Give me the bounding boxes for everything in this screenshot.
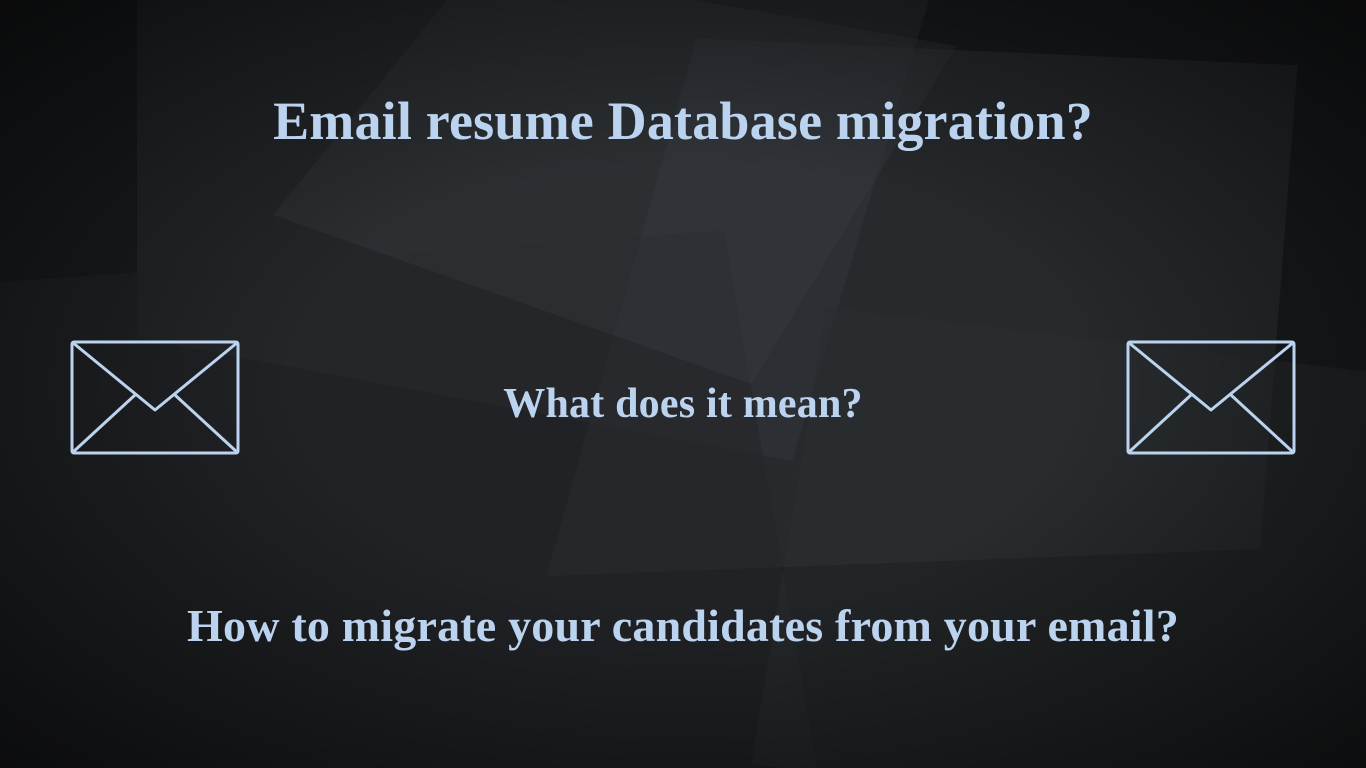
slide-content: Email resume Database migration? What do… <box>0 0 1366 768</box>
slide: Email resume Database migration? What do… <box>0 0 1366 768</box>
mail-icon <box>1126 340 1296 455</box>
slide-question: How to migrate your candidates from your… <box>30 600 1336 653</box>
slide-title: Email resume Database migration? <box>0 90 1366 152</box>
